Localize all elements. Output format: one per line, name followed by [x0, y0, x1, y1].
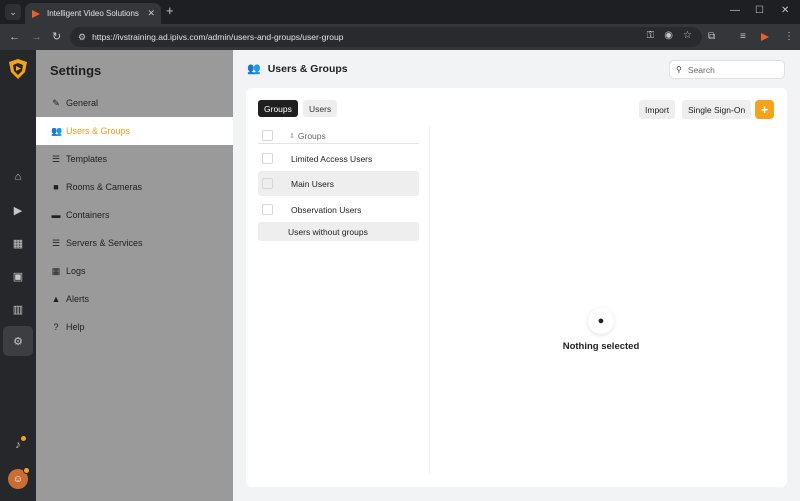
server-icon: ☰ [51, 237, 61, 248]
url-text: https://ivstraining.ad.ipivs.com/admin/u… [92, 32, 344, 42]
menu-label: Alerts [66, 294, 90, 304]
camera-icon: ■ [53, 182, 59, 192]
menu-label: General [66, 98, 99, 108]
menu-label: Templates [66, 154, 108, 164]
tab-groups[interactable]: Groups [258, 100, 298, 117]
menu-item-servers-services[interactable]: ☰ Servers & Services [36, 229, 233, 257]
icon-rail: ⌂ ▶ ▦ ▣ ▥ ⚙ ♪ ☺ [0, 50, 36, 501]
menu-dots-icon[interactable]: ⋮ [784, 30, 794, 44]
page-title: 👥 Users & Groups [247, 62, 348, 76]
close-window-icon[interactable]: ✕ [781, 5, 789, 16]
close-tab-icon[interactable]: ✕ [147, 8, 155, 19]
row-checkbox[interactable] [262, 153, 273, 164]
forward-icon[interactable]: → [31, 30, 42, 44]
menu-item-containers[interactable]: ▬ Containers [36, 201, 233, 229]
menu-label: Help [66, 322, 85, 332]
menu-label: Rooms & Cameras [66, 182, 143, 192]
bookmark-star-icon[interactable]: ☆ [683, 30, 692, 41]
add-group-button[interactable]: + [755, 100, 774, 119]
reload-icon[interactable]: ↻ [52, 30, 61, 44]
extensions-icon[interactable]: ⧉ [708, 30, 715, 44]
new-tab-icon[interactable]: + [166, 4, 174, 18]
tab-users[interactable]: Users [303, 100, 338, 117]
group-name: Main Users [291, 178, 334, 189]
bar-chart-icon[interactable]: ▥ [8, 299, 28, 319]
back-icon[interactable]: ← [9, 30, 20, 44]
single-sign-on-button[interactable]: Single Sign-On [682, 100, 752, 119]
media-list-icon[interactable]: ≡ [740, 30, 746, 44]
user-icon: ● [588, 308, 614, 334]
empty-state-text: Nothing selected [562, 341, 640, 352]
menu-item-rooms-cameras[interactable]: ■ Rooms & Cameras [36, 173, 233, 201]
calendar-icon: ▦ [51, 265, 61, 276]
wrench-icon: ✎ [52, 97, 60, 108]
group-row[interactable]: Observation Users [258, 197, 419, 222]
settings-gear-icon[interactable]: ⚙ [3, 326, 33, 356]
film-icon[interactable]: ▦ [8, 233, 28, 253]
menu-item-users-groups[interactable]: 👥 Users & Groups [36, 117, 233, 145]
tab-title: Intelligent Video Solutions [47, 9, 139, 18]
search-input[interactable] [687, 64, 768, 75]
main-content: 👥 Users & Groups ⚲ Groups Users Import S… [233, 50, 800, 501]
notification-dot [21, 436, 26, 441]
app-root: ⌂ ▶ ▦ ▣ ▥ ⚙ ♪ ☺ Settings ✎ General 👥 Use… [0, 50, 800, 501]
row-checkbox[interactable] [262, 178, 273, 189]
browser-toolbar: ← → ↻ ⚙ https://ivstraining.ad.ipivs.com… [0, 24, 800, 50]
group-row[interactable]: Limited Access Users [258, 146, 419, 171]
menu-label: Users & Groups [66, 126, 131, 136]
settings-sidebar: Settings ✎ General 👥 Users & Groups ☰ Te… [36, 50, 233, 501]
list-icon: ☰ [51, 153, 61, 164]
group-name: Observation Users [291, 204, 362, 215]
groups-card: Groups Users Import Single Sign-On + ⇕ G… [246, 88, 787, 487]
column-divider [429, 126, 430, 474]
ivs-logo-icon[interactable] [8, 58, 28, 80]
home-icon[interactable]: ⌂ [8, 167, 28, 187]
menu-item-logs[interactable]: ▦ Logs [36, 257, 233, 285]
maximize-icon[interactable]: ☐ [755, 5, 764, 16]
list-header: ⇕ Groups [258, 128, 419, 144]
users-without-groups-row[interactable]: Users without groups [258, 222, 419, 241]
menu-item-alerts[interactable]: ▲ Alerts [36, 285, 233, 313]
favicon-icon [32, 9, 40, 18]
row-checkbox[interactable] [262, 204, 273, 215]
search-box[interactable]: ⚲ [669, 60, 785, 79]
ivs-extension-icon[interactable] [760, 32, 770, 42]
password-key-icon[interactable]: ⚿ [647, 30, 655, 41]
avatar[interactable]: ☺ [8, 467, 30, 489]
page-title-text: Users & Groups [267, 62, 348, 75]
menu-item-templates[interactable]: ☰ Templates [36, 145, 233, 173]
list-header-label[interactable]: Groups [298, 131, 326, 141]
avatar-status-dot [23, 467, 30, 474]
users-icon: 👥 [51, 125, 63, 136]
browser-tab[interactable]: Intelligent Video Solutions ✕ [25, 3, 161, 24]
search-icon: ⚲ [676, 65, 682, 74]
bell-icon[interactable]: ♪ [8, 435, 28, 455]
warning-icon: ▲ [51, 294, 61, 304]
browser-tab-bar: ⌄ Intelligent Video Solutions ✕ + — ☐ ✕ [0, 0, 800, 24]
video-icon[interactable]: ▶ [8, 200, 28, 220]
menu-label: Logs [66, 266, 86, 276]
group-row[interactable]: Main Users [258, 171, 419, 196]
site-info-icon[interactable]: ⚙ [78, 32, 86, 43]
sort-icon[interactable]: ⇕ [289, 132, 295, 140]
group-name: Limited Access Users [291, 153, 373, 164]
users-icon: 👥 [247, 63, 261, 75]
minimize-icon[interactable]: — [730, 5, 740, 16]
select-all-checkbox[interactable] [262, 130, 273, 141]
settings-title: Settings [50, 63, 102, 78]
calendar-icon[interactable]: ▣ [8, 266, 28, 286]
import-button[interactable]: Import [639, 100, 676, 119]
menu-label: Servers & Services [66, 238, 143, 248]
menu-label: Containers [66, 210, 110, 220]
container-icon: ▬ [51, 210, 61, 220]
address-bar[interactable]: ⚙ https://ivstraining.ad.ipivs.com/admin… [70, 27, 702, 47]
help-icon: ? [53, 322, 59, 332]
eye-off-icon[interactable]: ◉ [664, 30, 673, 41]
menu-item-general[interactable]: ✎ General [36, 89, 233, 117]
tab-search-icon[interactable]: ⌄ [5, 4, 21, 20]
menu-item-help[interactable]: ? Help [36, 313, 233, 341]
